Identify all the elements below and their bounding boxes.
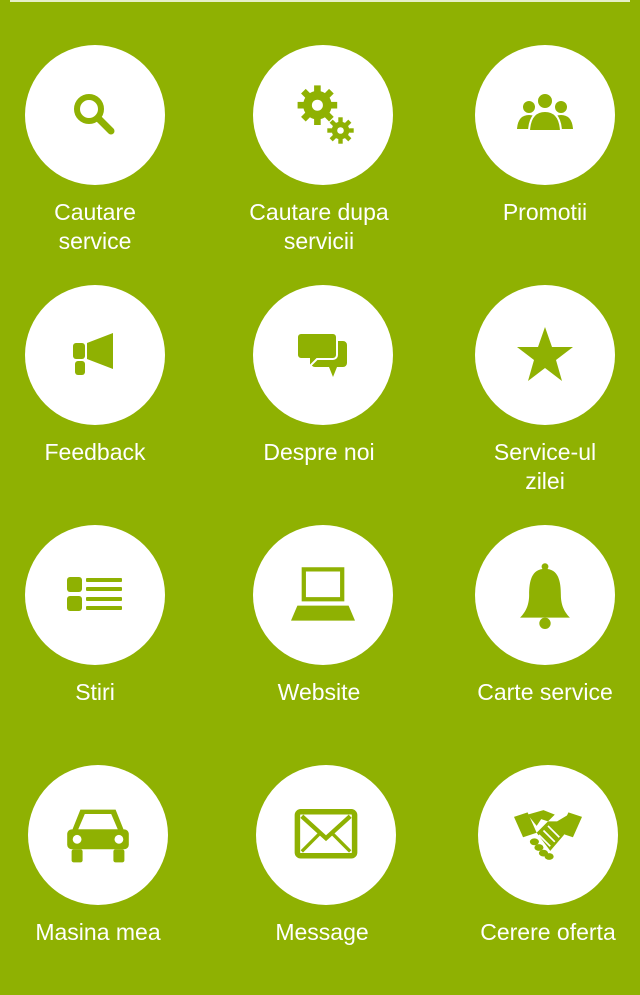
menu-item-feedback[interactable]: Feedback bbox=[0, 285, 205, 515]
icon-circle bbox=[253, 525, 393, 665]
icon-circle bbox=[253, 285, 393, 425]
top-divider bbox=[10, 0, 630, 2]
icon-circle bbox=[25, 45, 165, 185]
icon-circle bbox=[475, 45, 615, 185]
menu-item-cerere-oferta[interactable]: Cerere oferta bbox=[438, 765, 640, 995]
menu-item-label: Cautare service bbox=[54, 199, 136, 254]
icon-circle bbox=[25, 525, 165, 665]
megaphone-icon bbox=[73, 333, 113, 375]
menu-item-label: Cautare dupa servicii bbox=[249, 199, 389, 254]
star-icon bbox=[517, 327, 573, 381]
menu-item-carte-service[interactable]: Carte service bbox=[435, 525, 640, 755]
menu-item-label: Service-ul zilei bbox=[493, 439, 597, 494]
menu-item-service-ul-zilei[interactable]: Service-ul zilei bbox=[435, 285, 640, 515]
menu-item-label: Feedback bbox=[44, 439, 146, 465]
icon-circle bbox=[25, 285, 165, 425]
icon-circle bbox=[253, 45, 393, 185]
envelope-icon bbox=[294, 809, 358, 859]
icon-circle bbox=[475, 525, 615, 665]
menu-item-label: Website bbox=[277, 679, 361, 705]
menu-item-label: Promotii bbox=[502, 199, 588, 225]
menu-item-despre-noi[interactable]: Despre noi bbox=[209, 285, 429, 515]
menu-item-label: Despre noi bbox=[263, 439, 375, 465]
menu-item-cautare-service[interactable]: Cautare service bbox=[0, 45, 205, 275]
group-icon bbox=[517, 92, 573, 132]
bell-icon bbox=[520, 563, 570, 629]
icon-circle bbox=[28, 765, 168, 905]
menu-item-cautare-dupa-servicii[interactable]: Cautare dupa servicii bbox=[209, 45, 429, 275]
menu-item-label: Cerere oferta bbox=[480, 919, 616, 945]
menu-item-masina-mea[interactable]: Masina mea bbox=[0, 765, 208, 995]
search-icon bbox=[74, 94, 115, 135]
menu-item-message[interactable]: Message bbox=[212, 765, 432, 995]
car-icon bbox=[67, 809, 129, 863]
icon-circle bbox=[478, 765, 618, 905]
handshake-icon bbox=[514, 810, 582, 860]
menu-item-label: Carte service bbox=[477, 679, 613, 705]
menu-item-label: Message bbox=[275, 919, 369, 945]
chat-bubbles-icon bbox=[296, 332, 347, 377]
menu-item-promotii[interactable]: Promotii bbox=[435, 45, 640, 275]
list-icon bbox=[67, 577, 122, 611]
menu-item-label: Masina mea bbox=[35, 919, 161, 945]
icon-circle bbox=[256, 765, 396, 905]
menu-item-stiri[interactable]: Stiri bbox=[0, 525, 205, 755]
menu-item-label: Stiri bbox=[75, 679, 115, 705]
icon-circle bbox=[475, 285, 615, 425]
laptop-icon bbox=[291, 567, 355, 621]
gears-icon bbox=[297, 85, 354, 144]
menu-item-website[interactable]: Website bbox=[209, 525, 429, 755]
